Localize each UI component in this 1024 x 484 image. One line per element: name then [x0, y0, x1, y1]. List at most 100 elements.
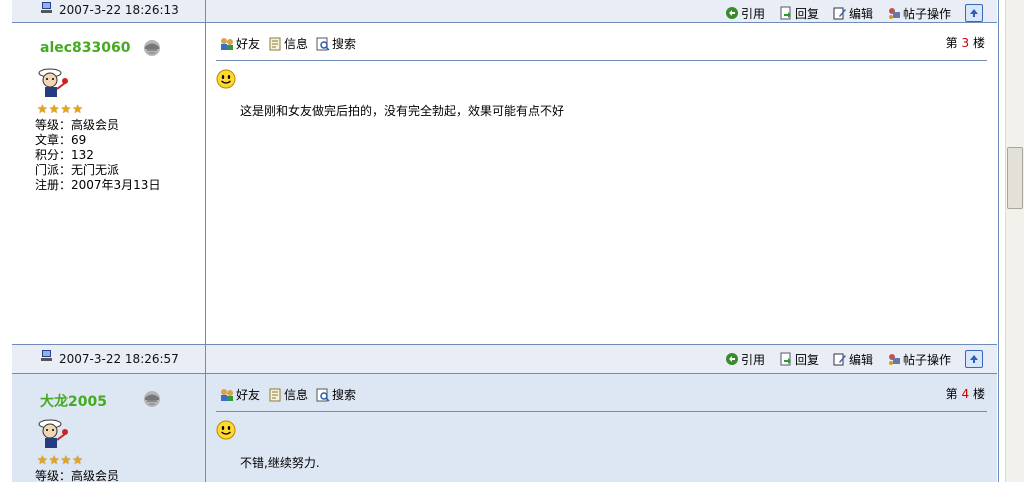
search-posts-link[interactable]: 搜索 [316, 386, 356, 403]
post-ops-button[interactable]: 帖子操作 [887, 5, 951, 22]
star-icon: ★ [37, 102, 48, 116]
rating-stars: ★ ★ ★ ★ [37, 103, 83, 115]
author-name[interactable]: 大龙2005 [40, 391, 107, 411]
friend-label: 好友 [236, 37, 261, 51]
edit-button[interactable]: 编辑 [833, 5, 873, 22]
back-to-top-button[interactable] [965, 350, 983, 368]
user-info-link[interactable]: 信息 [268, 35, 308, 52]
info-label: 信息 [284, 37, 309, 51]
arrow-up-icon [970, 355, 978, 363]
offline-status-icon [144, 391, 160, 407]
search-posts-link[interactable]: 搜索 [316, 35, 356, 52]
author-tools: 好友 信息 搜索 [220, 35, 356, 52]
edit-label: 编辑 [848, 352, 873, 367]
author-panel: alec833060 ★ ★ ★ ★ 等级：高级会员 文章：69 积分：132 门派：… [12, 23, 206, 344]
search-label: 搜索 [332, 388, 357, 402]
friend-label: 好友 [236, 388, 261, 402]
author-faction: 门派：无门无派 [35, 163, 120, 177]
add-friend-link[interactable]: 好友 [220, 386, 260, 403]
info-icon [269, 388, 281, 401]
avatar [38, 419, 68, 448]
divider [216, 60, 987, 61]
edit-icon [833, 7, 846, 20]
computer-icon [41, 2, 52, 13]
post-ops-icon [888, 354, 900, 365]
quote-button[interactable]: 引用 [725, 351, 765, 368]
floor-number: 第 3 楼 [946, 34, 985, 51]
add-friend-link[interactable]: 好友 [220, 35, 260, 52]
star-icon: ★ [48, 453, 60, 467]
post-ops-button[interactable]: 帖子操作 [887, 351, 951, 368]
friends-icon [221, 37, 233, 50]
author-panel: 大龙2005 ★ ★ ★ ★ 等级：高级会员 [12, 374, 206, 483]
floor-count: 3 [961, 36, 970, 50]
author-name[interactable]: alec833060 [40, 40, 131, 56]
floor-suffix: 楼 [972, 36, 985, 50]
star-icon: ★ [37, 453, 48, 467]
quote-label: 引用 [740, 6, 765, 21]
smiley-icon [216, 420, 236, 440]
rating-stars: ★ ★ ★ ★ [37, 454, 83, 466]
quote-button[interactable]: 引用 [725, 5, 765, 22]
friends-icon [221, 388, 233, 401]
author-posts: 文章：69 [35, 133, 87, 147]
offline-status-icon [144, 40, 160, 56]
quote-icon [725, 353, 738, 365]
post-content: 不错,继续努力. [240, 456, 320, 470]
search-label: 搜索 [332, 37, 357, 51]
reply-button[interactable]: 回复 [779, 351, 819, 368]
reply-icon [780, 352, 791, 366]
post-ops-icon [888, 8, 900, 19]
computer-icon [41, 350, 52, 361]
star-icon: ★ [60, 453, 72, 467]
quote-icon [725, 7, 738, 19]
post-time-cell: 2007-3-22 18:26:57 [12, 345, 206, 373]
author-registered: 注册：2007年3月13日 [35, 178, 161, 192]
star-icon: ★ [72, 102, 84, 116]
reply-label: 回复 [794, 6, 819, 21]
post-floor-4: 大龙2005 ★ ★ ★ ★ 等级：高级会员 好友 信息 搜索 第 4 楼 不错,继续… [12, 374, 997, 483]
avatar [38, 68, 68, 97]
post-time-cell: 2007-3-22 18:26:13 [12, 0, 206, 22]
author-level: 等级：高级会员 [35, 118, 120, 132]
floor-number: 第 4 楼 [946, 385, 985, 402]
author-points: 积分：132 [35, 148, 94, 162]
floor-suffix: 楼 [972, 387, 985, 401]
edit-icon [833, 353, 846, 366]
edit-button[interactable]: 编辑 [833, 351, 873, 368]
quote-label: 引用 [740, 352, 765, 367]
back-to-top-button[interactable] [965, 4, 983, 22]
star-icon: ★ [60, 102, 72, 116]
edit-label: 编辑 [848, 6, 873, 21]
post-body: 好友 信息 搜索 第 3 楼 这是刚和女友做完后拍的，没有完全勃起，效果可能有点… [206, 23, 997, 344]
post-ops-label: 帖子操作 [902, 352, 951, 367]
reply-button[interactable]: 回复 [779, 5, 819, 22]
post-body: 好友 信息 搜索 第 4 楼 不错,继续努力. [206, 374, 997, 482]
author-tools: 好友 信息 搜索 [220, 386, 356, 403]
post-floor-3: alec833060 ★ ★ ★ ★ 等级：高级会员 文章：69 积分：132 门派：… [12, 23, 997, 344]
floor-prefix: 第 [945, 387, 958, 401]
author-stats: 等级：高级会员 文章：69 积分：132 门派：无门无派 注册：2007年3月1… [35, 118, 160, 193]
floor-count: 4 [961, 387, 970, 401]
search-icon [316, 388, 330, 402]
user-info-link[interactable]: 信息 [268, 386, 308, 403]
floor-prefix: 第 [945, 36, 958, 50]
post-footer-bar: 2007-3-22 18:26:13 引用 回复 编辑 帖子操作 [12, 0, 997, 23]
vertical-scrollbar[interactable] [1005, 0, 1024, 482]
info-label: 信息 [284, 388, 309, 402]
star-icon: ★ [72, 453, 84, 467]
arrow-up-icon [970, 9, 978, 17]
post-ops-label: 帖子操作 [902, 6, 951, 21]
post-footer-bar: 2007-3-22 18:26:57 引用 回复 编辑 帖子操作 [12, 344, 997, 374]
scrollbar-thumb[interactable] [1007, 147, 1023, 209]
post-actions: 引用 回复 编辑 帖子操作 [725, 350, 983, 368]
star-icon: ★ [48, 102, 60, 116]
reply-label: 回复 [794, 352, 819, 367]
smiley-icon [216, 69, 236, 89]
post-time: 2007-3-22 18:26:57 [59, 352, 179, 366]
info-icon [269, 37, 281, 50]
reply-icon [780, 6, 791, 20]
post-content: 这是刚和女友做完后拍的，没有完全勃起，效果可能有点不好 [240, 104, 565, 118]
post-time: 2007-3-22 18:26:13 [59, 3, 179, 17]
post-actions: 引用 回复 编辑 帖子操作 [725, 4, 983, 22]
